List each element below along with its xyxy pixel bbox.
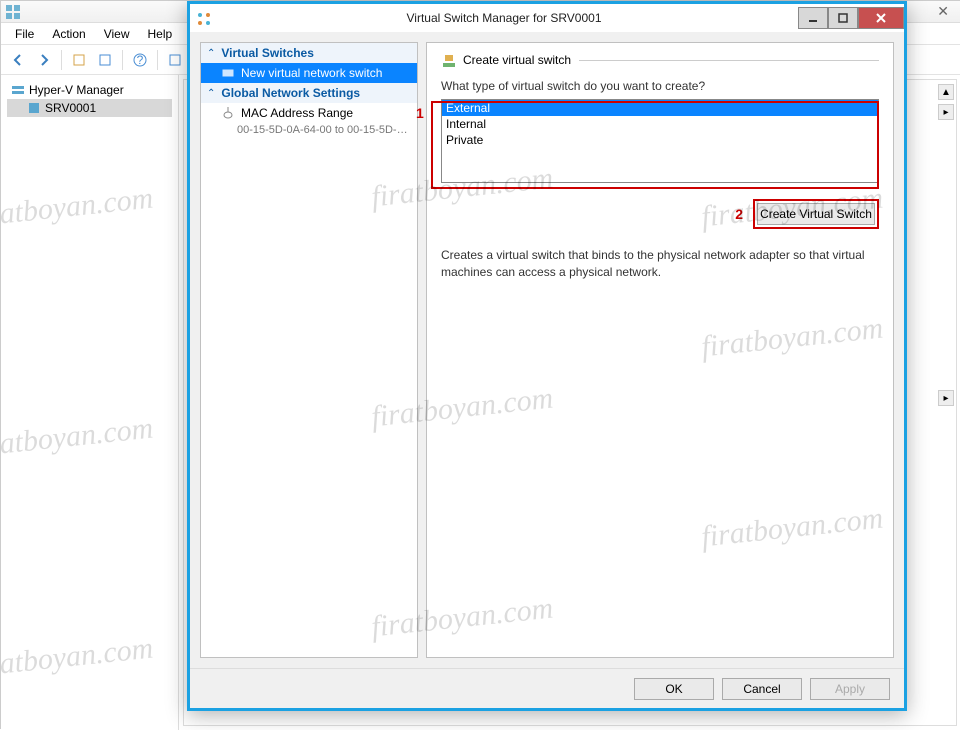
tree-server-label: SRV0001 <box>45 101 96 115</box>
mac-range-value: 00-15-5D-0A-64-00 to 00-15-5D-0... <box>201 123 417 137</box>
toolbar-btn-3[interactable] <box>164 49 186 71</box>
annotation-2-highlight: Create Virtual Switch <box>753 199 879 229</box>
annotation-1: 1 <box>416 105 424 121</box>
nav-back-button[interactable] <box>7 49 29 71</box>
collapse-icon: ⌃ <box>207 48 215 59</box>
create-virtual-switch-button[interactable]: Create Virtual Switch <box>757 203 875 225</box>
nav-item-label: New virtual network switch <box>241 66 382 80</box>
heading-divider <box>579 60 879 61</box>
switch-wizard-icon <box>441 53 455 67</box>
option-internal[interactable]: Internal <box>442 116 878 132</box>
scroll-right-arrow[interactable]: ▸ <box>938 104 954 120</box>
maximize-button[interactable] <box>828 7 858 29</box>
toolbar-btn-2[interactable] <box>94 49 116 71</box>
nav-forward-button[interactable] <box>33 49 55 71</box>
category-global-settings[interactable]: ⌃ Global Network Settings <box>201 83 417 103</box>
app-icon <box>5 4 21 20</box>
dialog-title: Virtual Switch Manager for SRV0001 <box>210 11 798 25</box>
nav-mac-address-range[interactable]: MAC Address Range <box>201 103 417 123</box>
dialog-titlebar: Virtual Switch Manager for SRV0001 <box>190 4 904 32</box>
nav-new-virtual-switch[interactable]: New virtual network switch <box>201 63 417 83</box>
option-private[interactable]: Private <box>442 132 878 148</box>
parent-close-icon[interactable]: ✕ <box>929 3 957 20</box>
toolbar-separator <box>157 50 158 70</box>
toolbar-separator <box>61 50 62 70</box>
switch-icon <box>221 66 235 80</box>
toolbar-btn-1[interactable] <box>68 49 90 71</box>
minimize-button[interactable] <box>798 7 828 29</box>
svg-text:?: ? <box>137 53 144 67</box>
server-icon <box>27 101 41 115</box>
annotation-2: 2 <box>735 206 743 222</box>
cancel-button[interactable]: Cancel <box>722 678 802 700</box>
menu-view[interactable]: View <box>96 25 138 43</box>
parent-nav-tree: Hyper-V Manager SRV0001 <box>1 75 179 730</box>
scroll-right-arrow-2[interactable]: ▸ <box>938 390 954 406</box>
tree-server-item[interactable]: SRV0001 <box>7 99 172 117</box>
menu-file[interactable]: File <box>7 25 42 43</box>
menu-action[interactable]: Action <box>44 25 93 43</box>
tree-root-hyperv[interactable]: Hyper-V Manager <box>7 81 172 99</box>
category-label: Global Network Settings <box>221 86 360 100</box>
mac-icon <box>221 106 235 120</box>
close-button[interactable] <box>858 7 904 29</box>
dialog-nav-panel: ⌃ Virtual Switches New virtual network s… <box>200 42 418 658</box>
apply-button[interactable]: Apply <box>810 678 890 700</box>
option-external[interactable]: External <box>442 100 878 116</box>
dialog-content-panel: Create virtual switch What type of virtu… <box>426 42 894 658</box>
menu-help[interactable]: Help <box>140 25 181 43</box>
nav-item-label: MAC Address Range <box>241 106 353 120</box>
toolbar-help-button[interactable]: ? <box>129 49 151 71</box>
dialog-footer: OK Cancel Apply <box>190 668 904 708</box>
tree-root-label: Hyper-V Manager <box>29 83 124 97</box>
toolbar-separator <box>122 50 123 70</box>
server-group-icon <box>11 83 25 97</box>
switch-type-description: Creates a virtual switch that binds to t… <box>441 247 879 281</box>
scroll-up-button[interactable]: ▲ <box>938 84 954 100</box>
switch-type-prompt: What type of virtual switch do you want … <box>441 79 879 93</box>
category-virtual-switches[interactable]: ⌃ Virtual Switches <box>201 43 417 63</box>
panel-heading: Create virtual switch <box>463 53 571 67</box>
switch-type-listbox[interactable]: External Internal Private <box>441 99 879 183</box>
collapse-icon: ⌃ <box>207 88 215 99</box>
category-label: Virtual Switches <box>221 46 313 60</box>
virtual-switch-manager-dialog: Virtual Switch Manager for SRV0001 ⌃ Vir… <box>187 1 907 711</box>
ok-button[interactable]: OK <box>634 678 714 700</box>
dialog-icon <box>196 11 210 25</box>
